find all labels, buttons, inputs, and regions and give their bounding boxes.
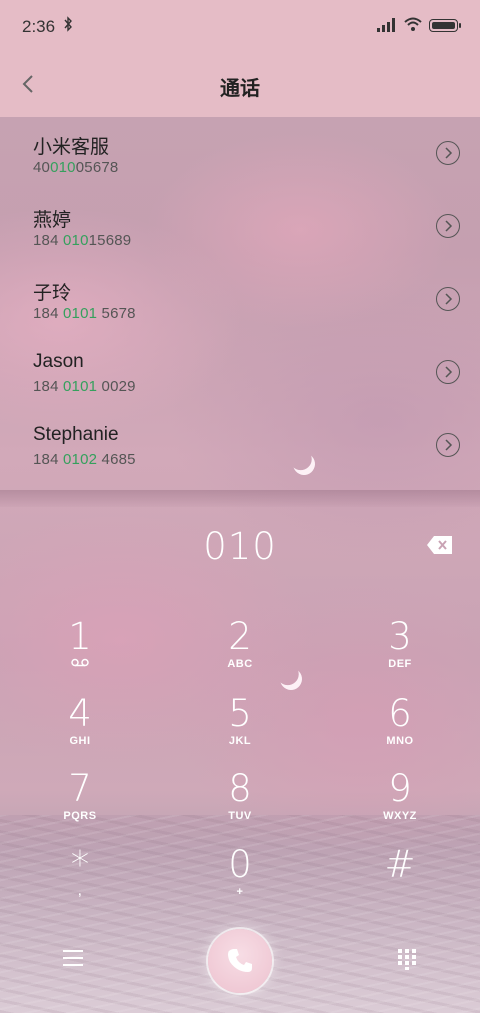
dialpad-icon[interactable] (397, 948, 417, 970)
contact-number: 184 0101 0029 (33, 378, 136, 395)
bluetooth-icon (64, 16, 73, 36)
phone-icon (228, 949, 252, 972)
voicemail-icon (20, 658, 140, 670)
contact-list: 小米客服 4001005678 燕婷 184 01015689 子玲 184 0… (0, 117, 480, 482)
list-item[interactable]: Jason 184 0101 0029 (0, 336, 480, 409)
contact-name: Stephanie (33, 424, 119, 445)
call-button[interactable] (208, 929, 272, 993)
key-0[interactable]: 0 + (180, 845, 300, 915)
key-3[interactable]: 3 DEF (340, 617, 460, 687)
key-star[interactable]: *, (20, 845, 140, 915)
key-9[interactable]: 9 WXYZ (340, 769, 460, 839)
contact-number: 4001005678 (33, 159, 119, 176)
signal-icon (377, 18, 395, 32)
contact-number: 184 0102 4685 (33, 451, 136, 468)
dial-input[interactable]: 010 (0, 525, 480, 568)
contact-number: 184 0101 5678 (33, 305, 136, 322)
key-8[interactable]: 8 TUV (180, 769, 300, 839)
key-6[interactable]: 6 MNO (340, 694, 460, 764)
contact-name: 小米客服 (33, 137, 110, 158)
list-item[interactable]: 子玲 184 0101 5678 (0, 263, 480, 336)
status-bar: 2:36 (0, 0, 480, 52)
menu-icon[interactable] (63, 950, 83, 968)
list-item[interactable]: Stephanie 184 0102 4685 (0, 409, 480, 482)
contact-number: 184 01015689 (33, 232, 132, 249)
backspace-icon[interactable] (426, 534, 454, 556)
status-time: 2:36 (22, 17, 56, 36)
list-item[interactable]: 小米客服 4001005678 (0, 117, 480, 190)
chevron-right-icon[interactable] (436, 141, 460, 165)
key-hash[interactable]: # (340, 845, 460, 915)
contact-name: 子玲 (33, 283, 72, 304)
contact-name: Jason (33, 351, 84, 372)
chevron-right-icon[interactable] (436, 214, 460, 238)
chevron-right-icon[interactable] (436, 433, 460, 457)
key-4[interactable]: 4 GHI (20, 694, 140, 764)
key-1[interactable]: 1 (20, 617, 140, 687)
page-title: 通话 (220, 78, 260, 100)
key-7[interactable]: 7 PQRS (20, 769, 140, 839)
list-item[interactable]: 燕婷 184 01015689 (0, 190, 480, 263)
battery-icon (429, 19, 461, 32)
contact-name: 燕婷 (33, 210, 72, 231)
chevron-right-icon[interactable] (436, 287, 460, 311)
header: 通话 (0, 52, 480, 117)
divider (0, 490, 480, 507)
key-5[interactable]: 5 JKL (180, 694, 300, 764)
wifi-icon (404, 17, 422, 31)
key-2[interactable]: 2 ABC (180, 617, 300, 687)
chevron-right-icon[interactable] (436, 360, 460, 384)
